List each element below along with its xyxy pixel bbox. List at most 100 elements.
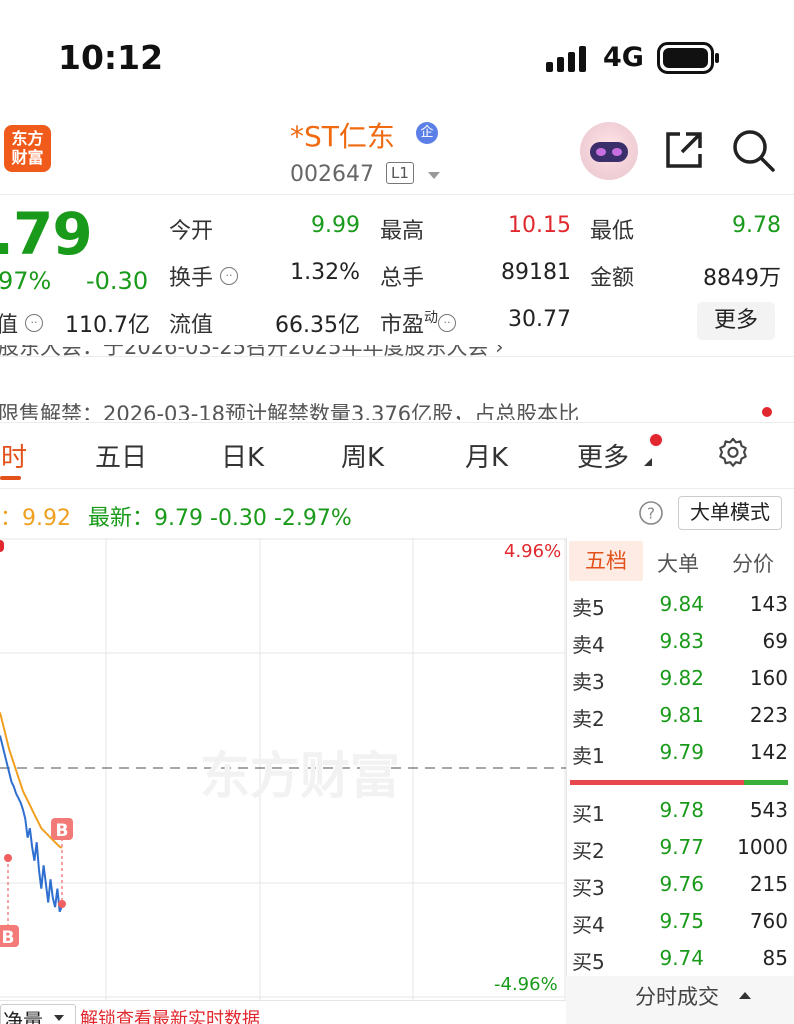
- tab-underline: [0, 476, 21, 480]
- market-cap-value: 110.7亿: [65, 313, 150, 338]
- change-percent: 97%: [0, 267, 52, 295]
- notice-unlock[interactable]: 限售解禁：2026-03-18预计解禁数量3.376亿股，占总股本比: [0, 398, 579, 420]
- ask-level-volume: 142: [749, 740, 788, 764]
- bid-level-price[interactable]: 9.74: [640, 946, 704, 970]
- bid-level-label: 买2: [572, 839, 605, 863]
- ask-level-price[interactable]: 9.81: [640, 703, 704, 727]
- change-value: -0.30: [86, 267, 149, 295]
- tab-monthly-k[interactable]: 月K: [465, 437, 508, 474]
- bid-level-price[interactable]: 9.77: [640, 835, 704, 859]
- ask-level-label: 卖4: [572, 633, 605, 657]
- battery-icon: [657, 42, 719, 74]
- ask-level-price[interactable]: 9.83: [640, 629, 704, 653]
- notice-clip: 限售解禁：2026-03-18预计解禁数量3.376亿股，占总股本比: [0, 398, 794, 420]
- tab-intraday[interactable]: 时: [1, 437, 27, 474]
- indicator-label: 净量: [3, 1009, 43, 1024]
- market-cap-label[interactable]: 值 ··: [0, 307, 44, 339]
- notice-dot: [762, 407, 772, 417]
- tab-five-levels[interactable]: 五档: [569, 541, 643, 581]
- robot-face-icon: [590, 142, 628, 162]
- share-icon[interactable]: [662, 128, 706, 172]
- level-badge[interactable]: L1: [386, 162, 414, 184]
- current-price: .79: [0, 200, 93, 268]
- bid-level-label: 买3: [572, 876, 605, 900]
- tab-price-distribution[interactable]: 分价: [732, 548, 774, 578]
- amount-label: 金额: [590, 266, 635, 291]
- notice-meeting[interactable]: 股东大会：于2026-03-25召开2025年年度股东大会 ›: [0, 345, 504, 356]
- tab-big-orders[interactable]: 大单: [657, 548, 699, 578]
- low-label: 最低: [590, 219, 635, 244]
- ask-level-price[interactable]: 9.79: [640, 740, 704, 764]
- unlock-realtime-link[interactable]: 解锁查看最新实时数据: [80, 1005, 260, 1024]
- search-icon[interactable]: [731, 128, 777, 174]
- chart-upper-pct: 4.96%: [504, 541, 562, 562]
- logo-text-1: 东方: [11, 129, 44, 148]
- chart-watermark: 东方财富: [200, 747, 400, 805]
- float-cap-label: 流值: [169, 313, 214, 338]
- tab-five-day[interactable]: 五日: [95, 437, 147, 474]
- buy-marker-text: B: [56, 821, 69, 841]
- bid-level-label: 买4: [572, 913, 605, 937]
- ask-level-price[interactable]: 9.84: [640, 592, 704, 616]
- low-value: 9.78: [732, 213, 781, 238]
- high-value: 10.15: [508, 213, 571, 238]
- more-quote-button[interactable]: 更多: [697, 302, 775, 340]
- divider: [0, 1000, 566, 1001]
- divider: [566, 538, 567, 978]
- big-order-mode-button[interactable]: 大单模式: [678, 496, 782, 530]
- ask-level-label: 卖3: [572, 670, 605, 694]
- bid-level-label: 买5: [572, 950, 605, 974]
- indicator-select[interactable]: 净量: [0, 1004, 76, 1024]
- intraday-chart[interactable]: 东方财富 B B: [0, 538, 566, 1000]
- bid-level-price[interactable]: 9.75: [640, 909, 704, 933]
- tab-more[interactable]: 更多: [577, 437, 629, 474]
- tab-weekly-k[interactable]: 周K: [341, 437, 384, 474]
- ask-level-volume: 223: [749, 703, 788, 727]
- chevron-down-icon[interactable]: [428, 172, 440, 179]
- ask-level-label: 卖1: [572, 744, 605, 768]
- amount-value: 8849万: [703, 266, 781, 291]
- bid-level-volume: 543: [749, 798, 788, 822]
- ask-level-label: 卖5: [572, 596, 605, 620]
- turnover-label[interactable]: 换手 ··: [169, 260, 239, 292]
- chevron-up-icon[interactable]: [738, 990, 752, 1000]
- tab-daily-k[interactable]: 日K: [221, 437, 264, 474]
- bid-level-volume: 1000: [737, 835, 788, 859]
- help-icon[interactable]: ?: [638, 500, 664, 526]
- high-label: 最高: [380, 219, 425, 244]
- divider: [0, 488, 794, 489]
- trade-point: [4, 854, 12, 862]
- trades-row-clip: [566, 1018, 794, 1024]
- network-type: 4G: [603, 42, 644, 73]
- chevron-down-icon: [54, 1015, 64, 1021]
- pe-value: 30.77: [508, 307, 571, 332]
- float-cap-value: 66.35亿: [275, 313, 360, 338]
- chart-lower-pct: -4.96%: [494, 974, 558, 995]
- buy-ratio-fill: [744, 780, 788, 785]
- pe-label[interactable]: 市盈动 ··: [380, 307, 457, 339]
- assistant-robot-icon[interactable]: [580, 122, 638, 180]
- ask-level-volume: 143: [749, 592, 788, 616]
- volume-label: 总手: [380, 266, 425, 291]
- info-icon[interactable]: ··: [220, 267, 239, 285]
- bid-level-price[interactable]: 9.76: [640, 872, 704, 896]
- ask-level-price[interactable]: 9.82: [640, 666, 704, 690]
- stock-name[interactable]: *ST仁东: [290, 115, 395, 155]
- enterprise-badge: 企: [416, 122, 438, 144]
- eastmoney-logo[interactable]: 东方 财富: [4, 125, 51, 172]
- bid-level-label: 买1: [572, 802, 605, 826]
- bid-level-volume: 215: [749, 872, 788, 896]
- trade-point: [58, 900, 66, 908]
- settings-gear-icon[interactable]: [716, 436, 750, 470]
- ask-level-label: 卖2: [572, 707, 605, 731]
- bid-level-price[interactable]: 9.78: [640, 798, 704, 822]
- info-icon[interactable]: ··: [25, 314, 44, 332]
- turnover-value: 1.32%: [290, 260, 360, 285]
- trades-header[interactable]: 分时成交: [566, 976, 794, 1024]
- sell-buy-ratio-bar: [570, 780, 788, 785]
- tab-more-dot: [650, 434, 662, 446]
- status-time: 10:12: [58, 38, 164, 77]
- ask-level-volume: 69: [762, 629, 788, 653]
- signal-icon: [546, 46, 586, 72]
- info-icon[interactable]: ··: [438, 314, 457, 332]
